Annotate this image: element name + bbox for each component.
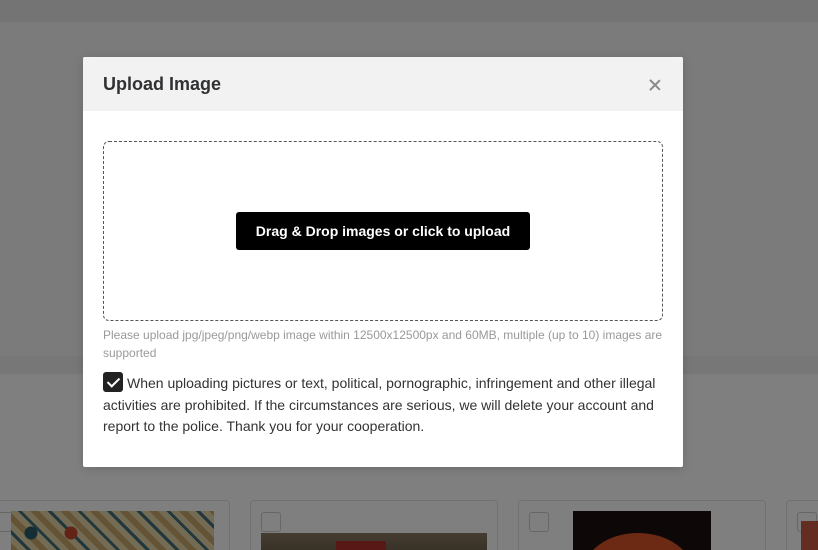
upload-button[interactable]: Drag & Drop images or click to upload: [235, 212, 531, 250]
close-icon[interactable]: [649, 79, 661, 91]
agreement-text: When uploading pictures or text, politic…: [103, 375, 656, 434]
dialog-title: Upload Image: [103, 73, 222, 94]
upload-dropzone[interactable]: Drag & Drop images or click to upload: [103, 141, 663, 321]
upload-hint: Please upload jpg/jpeg/png/webp image wi…: [103, 328, 663, 360]
agreement-checkbox[interactable]: [103, 372, 123, 392]
dialog-header: Upload Image: [83, 57, 683, 111]
upload-image-dialog: Upload Image Drag & Drop images or click…: [83, 57, 683, 467]
agreement: When uploading pictures or text, politic…: [103, 372, 663, 438]
